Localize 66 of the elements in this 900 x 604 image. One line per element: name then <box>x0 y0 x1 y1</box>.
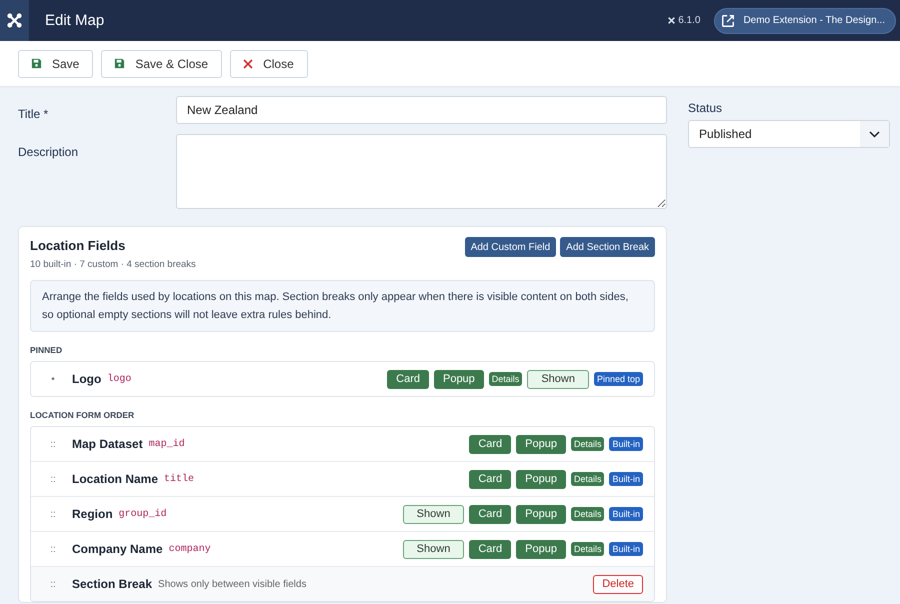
badge-label: Details <box>570 542 604 556</box>
drag-handle-icon[interactable]: :: <box>43 508 63 520</box>
field-key: group_id <box>118 508 167 520</box>
save-button[interactable]: Save <box>18 50 94 78</box>
toggle-button[interactable]: Card <box>469 504 512 524</box>
title-input[interactable]: New Zealand <box>176 96 667 124</box>
field-key: logo <box>107 374 132 384</box>
drag-handle-icon[interactable]: :: <box>43 544 63 554</box>
hint-text: Shows only between visible fields <box>158 578 306 590</box>
info-note: Arrange the fields used by locations on this map. Section breaks only appear when there is visible content on both sides, so optional empty sections will not leave extra rules behind. <box>30 280 655 332</box>
field-label: Title * <box>18 106 50 123</box>
toggle-button[interactable]: Card <box>469 470 512 488</box>
drag-handle-icon[interactable]: :: <box>43 438 63 450</box>
toggle-button[interactable]: Card <box>469 540 512 558</box>
field-label: Status <box>688 101 724 115</box>
field-name: Region <box>72 507 113 521</box>
badge-label: Built-in <box>609 507 643 521</box>
status-select[interactable]: Published <box>688 120 890 148</box>
description-textarea[interactable] <box>176 134 667 209</box>
toggle-button[interactable]: Popup <box>516 470 566 488</box>
add-button[interactable]: Add Custom Field <box>464 237 556 257</box>
toggle-button[interactable]: Popup <box>516 504 566 524</box>
save-icon <box>31 58 42 69</box>
badge-label: Pinned top <box>594 372 643 386</box>
section-heading: LOCATION FORM ORDER <box>30 410 136 420</box>
badge-label: Built-in <box>609 472 643 486</box>
drag-handle-icon[interactable]: :: <box>43 474 63 484</box>
close-icon <box>243 58 254 68</box>
version-text: 6.1.0 <box>678 15 700 26</box>
toggle-button[interactable]: Popup <box>516 434 566 454</box>
badge-label: Details <box>488 372 522 386</box>
field-key: map_id <box>148 438 185 450</box>
toggle-button[interactable]: Shown <box>402 504 464 524</box>
section-break-label: Section Break <box>72 577 152 591</box>
card-title: Location Fields <box>30 238 126 253</box>
add-button[interactable]: Add Section Break <box>560 237 655 257</box>
badge-label: Built-in <box>609 437 643 451</box>
toggle-button[interactable]: Popup <box>516 540 566 558</box>
drag-handle-icon[interactable]: :: <box>43 578 63 590</box>
site-link-button[interactable]: Demo Extension - The Design... <box>714 8 896 34</box>
badge-label: Details <box>570 437 604 451</box>
field-label: Description <box>18 144 80 161</box>
field-key: title <box>164 474 194 484</box>
close-button[interactable]: Close <box>230 50 308 78</box>
toggle-button[interactable]: Card <box>469 434 512 454</box>
field-name: Company Name <box>72 542 163 556</box>
toggle-button[interactable]: Shown <box>527 370 589 388</box>
field-name: Location Name <box>72 472 158 486</box>
toggle-button[interactable]: Popup <box>434 370 484 388</box>
badge-label: Details <box>570 507 604 521</box>
external-link-icon <box>721 14 736 28</box>
badge-label: Built-in <box>609 542 643 556</box>
save-button[interactable]: Save & Close <box>101 50 222 78</box>
section-heading: PINNED <box>30 345 64 355</box>
page-title: Edit Map <box>45 12 106 29</box>
chevron-down-icon <box>869 130 880 138</box>
field-key: company <box>168 544 211 554</box>
toggle-button[interactable]: Card <box>387 370 429 388</box>
field-name: Map Dataset <box>72 437 143 451</box>
badge-label: Details <box>570 472 604 486</box>
save-icon <box>114 58 126 69</box>
toggle-button[interactable]: Shown <box>402 540 464 558</box>
drag-handle-icon[interactable]: • <box>43 374 63 384</box>
field-name: Logo <box>72 372 102 386</box>
delete-button[interactable]: Delete <box>593 574 643 594</box>
summary-text: 10 built-in · 7 custom · 4 section breaks <box>30 259 196 270</box>
